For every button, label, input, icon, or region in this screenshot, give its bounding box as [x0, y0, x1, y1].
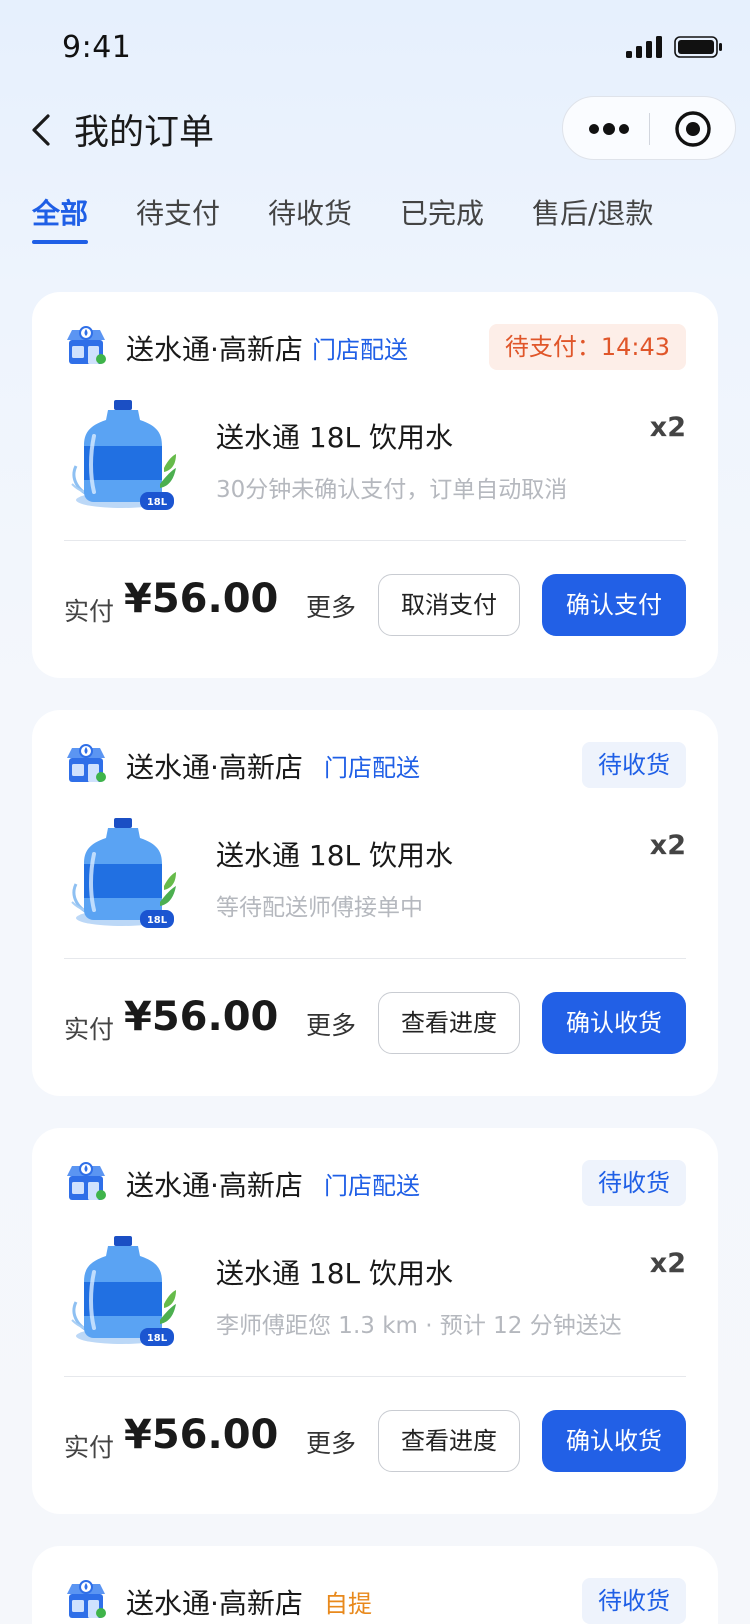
water-bottle-image: 18L [71, 818, 176, 928]
divider [64, 1376, 686, 1377]
cancel-payment-button[interactable]: 取消支付 [378, 574, 520, 636]
more-button[interactable]: 更多 [306, 588, 356, 624]
product-size-badge: 18L [147, 497, 168, 508]
confirm-payment-button[interactable]: 确认支付 [542, 574, 686, 636]
paid-label: 实付 [64, 1015, 115, 1044]
tab-after-sales[interactable]: 售后/退款 [532, 192, 653, 232]
more-button[interactable]: 更多 [306, 1006, 356, 1042]
order-note: 李师傅距您 1.3 km · 预计 12 分钟送达 [216, 1313, 622, 1339]
tab-pending-payment[interactable]: 待支付 [136, 192, 220, 232]
order-tabs: 全部 待支付 待收货 已完成 售后/退款 [0, 186, 750, 246]
paid-label: 实付 [64, 1433, 115, 1462]
target-circle-icon[interactable] [673, 109, 713, 149]
order-card[interactable]: 送水通·高新店 自提 待收货 [32, 1546, 718, 1624]
store-icon [67, 744, 106, 782]
chevron-left-icon[interactable] [28, 110, 56, 150]
status-badge: 待收货 [582, 742, 686, 788]
divider [64, 958, 686, 959]
delivery-tag: 门店配送 [312, 336, 408, 364]
status-badge: 待支付：14:43 [488, 324, 686, 370]
order-card[interactable]: 送水通·高新店 门店配送 待收货 18L 送水通 18L 饮用水 x2 等待配送… [32, 710, 718, 1096]
confirm-receipt-button[interactable]: 确认收货 [542, 1410, 686, 1472]
order-card[interactable]: 送水通·高新店 门店配送 待支付：14:43 18L 送水通 18L 饮用水 x… [32, 292, 718, 678]
product-name: 送水通 18L 饮用水 [216, 1257, 454, 1290]
paid-amount: ¥56.00 [124, 994, 279, 1040]
store-icon [67, 1162, 106, 1200]
status-bar: 9:41 [0, 0, 750, 100]
nav-bar: 我的订单 [0, 92, 750, 164]
divider [64, 540, 686, 541]
store-name: 送水通·高新店 [126, 1587, 303, 1620]
store-icon [67, 326, 106, 364]
active-tab-indicator [32, 240, 88, 244]
delivery-tag: 门店配送 [324, 1172, 420, 1200]
battery-icon [674, 36, 722, 58]
tab-completed[interactable]: 已完成 [400, 192, 484, 232]
quantity: x2 [649, 1248, 686, 1279]
paid-amount: ¥56.00 [124, 576, 279, 622]
quantity: x2 [649, 412, 686, 443]
order-card[interactable]: 送水通·高新店 门店配送 待收货 18L 送水通 18L 饮用水 x2 李师傅距… [32, 1128, 718, 1514]
order-note: 等待配送师傅接单中 [216, 895, 423, 921]
tab-pending-receipt[interactable]: 待收货 [268, 192, 352, 232]
view-progress-button[interactable]: 查看进度 [378, 1410, 520, 1472]
product-name: 送水通 18L 饮用水 [216, 421, 454, 454]
mini-program-capsule [562, 96, 736, 160]
store-name: 送水通·高新店 [126, 333, 303, 366]
product-name: 送水通 18L 饮用水 [216, 839, 454, 872]
water-bottle-image: 18L [71, 1236, 176, 1346]
store-icon [67, 1580, 106, 1618]
view-progress-button[interactable]: 查看进度 [378, 992, 520, 1054]
status-badge: 待收货 [582, 1160, 686, 1206]
store-name: 送水通·高新店 [126, 751, 303, 784]
order-note: 30分钟未确认支付，订单自动取消 [216, 477, 568, 503]
quantity: x2 [649, 830, 686, 861]
paid-amount: ¥56.00 [124, 1412, 279, 1458]
delivery-tag: 门店配送 [324, 754, 420, 782]
confirm-receipt-button[interactable]: 确认收货 [542, 992, 686, 1054]
capsule-divider [649, 113, 650, 145]
water-bottle-image: 18L [71, 400, 176, 510]
paid-label: 实付 [64, 597, 115, 626]
page-title: 我的订单 [74, 113, 215, 153]
status-time: 9:41 [62, 30, 132, 65]
product-size-badge: 18L [147, 1333, 168, 1344]
status-badge: 待收货 [582, 1578, 686, 1624]
tab-all[interactable]: 全部 [32, 192, 88, 232]
product-size-badge: 18L [147, 915, 168, 926]
store-name: 送水通·高新店 [126, 1169, 303, 1202]
more-button[interactable]: 更多 [306, 1424, 356, 1460]
cellular-signal-icon [626, 36, 662, 58]
more-dots-icon[interactable] [587, 115, 631, 143]
pickup-tag: 自提 [324, 1590, 372, 1618]
